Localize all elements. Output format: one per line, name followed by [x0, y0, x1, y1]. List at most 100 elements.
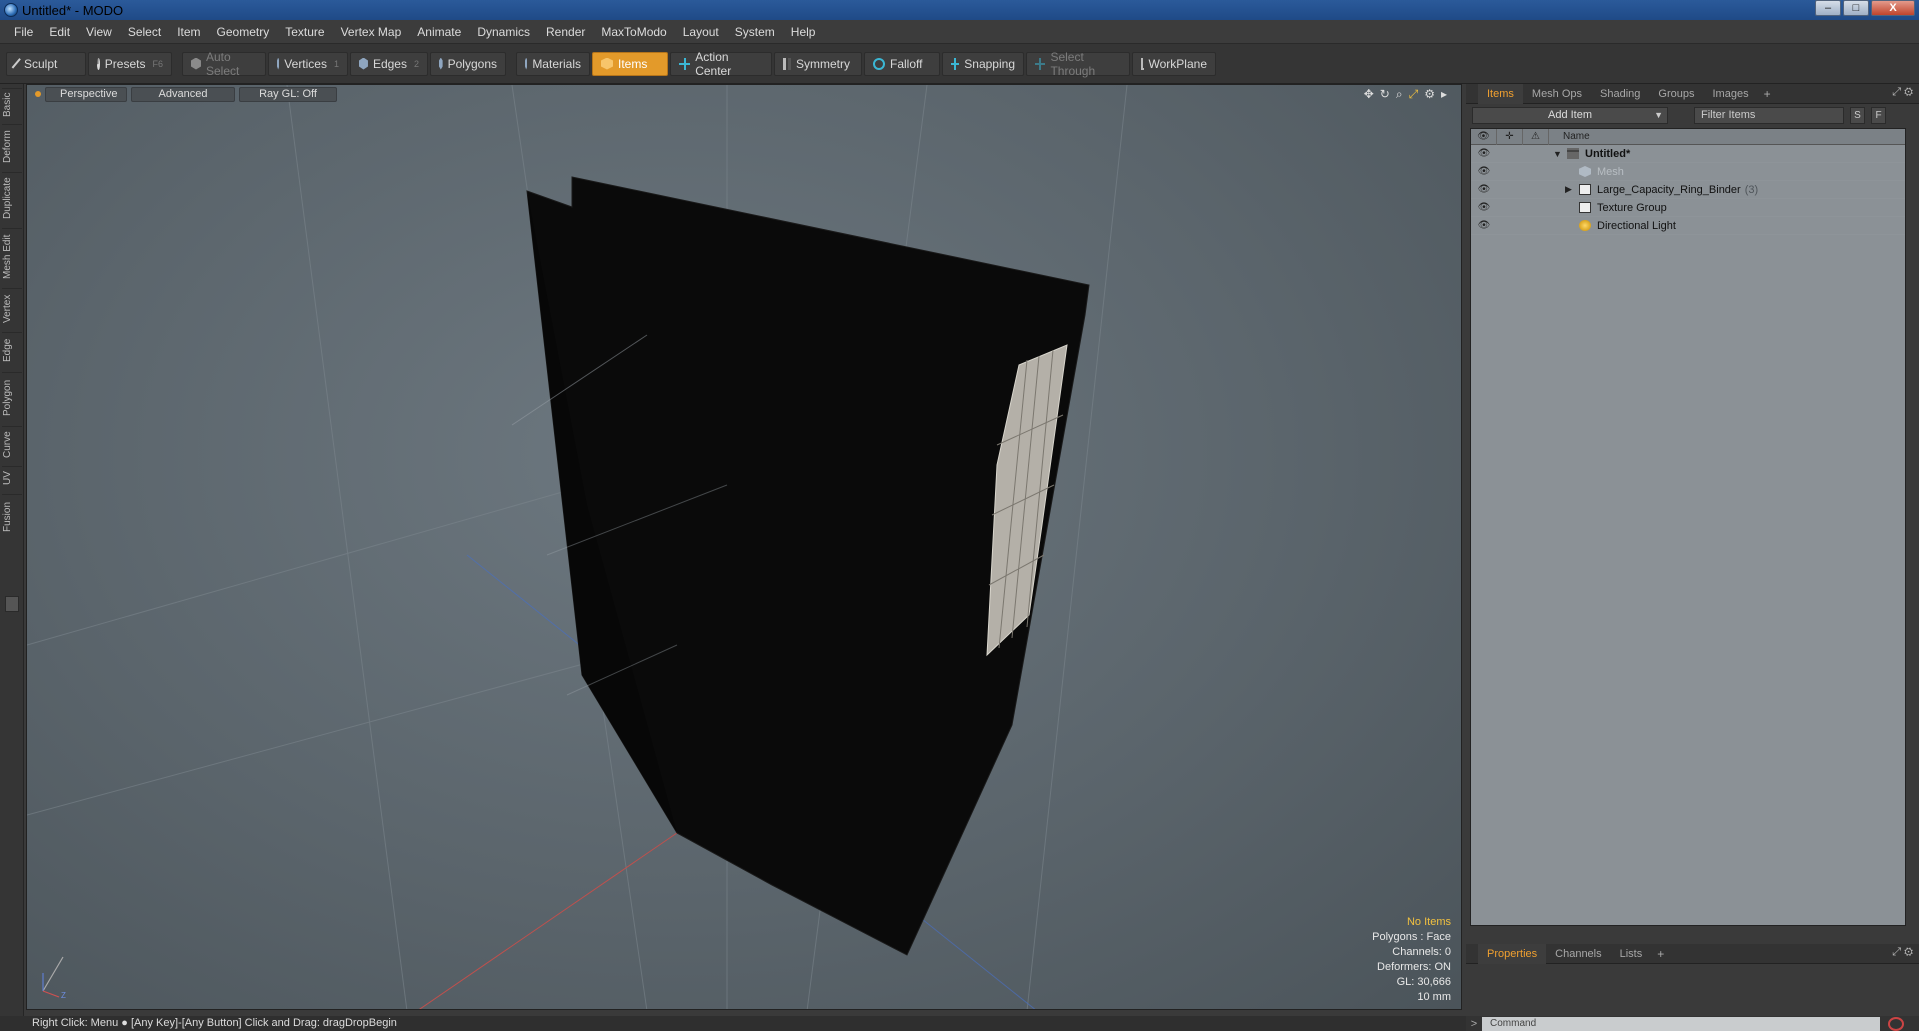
viewport-active-dot	[35, 91, 41, 97]
expand-triangle-icon[interactable]: ▼	[1553, 149, 1565, 159]
workplane-button[interactable]: WorkPlane	[1132, 51, 1216, 76]
tab-shading[interactable]: Shading	[1591, 84, 1649, 104]
tab-polygon[interactable]: Polygon	[2, 372, 22, 422]
tab-curve[interactable]: Curve	[2, 426, 22, 462]
expand-triangle-icon[interactable]: ▶	[1565, 184, 1577, 195]
panel-expand-gear-icon[interactable]: ⤢ ⚙	[1892, 86, 1913, 99]
symmetry-button[interactable]: Symmetry	[774, 51, 862, 76]
menu-file[interactable]: File	[6, 25, 41, 39]
list-item[interactable]: 👁 Mesh	[1471, 163, 1905, 181]
visibility-eye-icon[interactable]: 👁	[1471, 148, 1497, 159]
tab-images[interactable]: Images	[1704, 84, 1758, 104]
name-column-header[interactable]: Name	[1549, 131, 1590, 142]
menu-vertex-map[interactable]: Vertex Map	[333, 25, 410, 39]
sculpt-button[interactable]: Sculpt	[6, 51, 86, 76]
tab-duplicate[interactable]: Duplicate	[2, 172, 22, 224]
menu-select[interactable]: Select	[120, 25, 169, 39]
tab-properties[interactable]: Properties	[1478, 943, 1547, 964]
viewport-scene[interactable]	[27, 85, 1462, 1010]
visibility-eye-icon[interactable]: 👁	[1471, 202, 1497, 213]
menu-view[interactable]: View	[78, 25, 120, 39]
raygl-toggle[interactable]: Ray GL: Off	[239, 86, 337, 102]
add-item-dropdown[interactable]: Add Item ▼	[1472, 106, 1668, 124]
menu-render[interactable]: Render	[538, 25, 593, 39]
add-tab-plus-icon[interactable]: +	[1651, 947, 1670, 961]
menu-maxtomodo[interactable]: MaxToModo	[593, 25, 674, 39]
list-item[interactable]: 👁 Texture Group	[1471, 199, 1905, 217]
view-mode-dropdown[interactable]: Perspective	[45, 86, 127, 102]
tab-items[interactable]: Items	[1478, 83, 1523, 104]
list-item[interactable]: 👁 Directional Light	[1471, 217, 1905, 235]
viewport-menu-arrow-icon[interactable]: ▸	[1441, 87, 1447, 102]
maximize-button[interactable]: □	[1843, 0, 1869, 16]
tab-edge[interactable]: Edge	[2, 332, 22, 368]
visibility-column-eye-icon[interactable]: 👁	[1471, 128, 1497, 145]
panel-expand-gear-icon[interactable]: ⤢ ⚙	[1892, 946, 1913, 959]
sculpt-brush-icon	[11, 57, 23, 70]
edges-hotkey: 2	[413, 58, 419, 69]
polygons-button[interactable]: Polygons	[430, 51, 506, 76]
pan-icon[interactable]: ✥	[1364, 87, 1374, 102]
visibility-eye-icon[interactable]: 👁	[1471, 184, 1497, 195]
tab-lists[interactable]: Lists	[1611, 944, 1652, 964]
command-history-icon[interactable]	[1888, 1016, 1904, 1031]
visibility-eye-icon[interactable]: 👁	[1471, 166, 1497, 177]
menu-item[interactable]: Item	[169, 25, 208, 39]
command-input[interactable]: Command	[1482, 1016, 1880, 1031]
tab-channels[interactable]: Channels	[1546, 944, 1610, 964]
zoom-icon[interactable]: ⌕	[1396, 87, 1403, 102]
tab-mesh-edit[interactable]: Mesh Edit	[2, 228, 22, 284]
menu-animate[interactable]: Animate	[409, 25, 469, 39]
tab-mesh-ops[interactable]: Mesh Ops	[1523, 84, 1591, 104]
tab-deform[interactable]: Deform	[2, 124, 22, 168]
shading-mode-dropdown[interactable]: Advanced	[131, 86, 235, 102]
tab-uv[interactable]: UV	[2, 466, 22, 490]
menu-dynamics[interactable]: Dynamics	[469, 25, 538, 39]
menu-help[interactable]: Help	[783, 25, 824, 39]
menu-layout[interactable]: Layout	[675, 25, 727, 39]
fit-icon[interactable]: ⤢	[1409, 87, 1419, 102]
select-through-button[interactable]: Select Through	[1026, 50, 1130, 78]
action-center-button[interactable]: Action Center	[670, 50, 772, 78]
tab-vertex[interactable]: Vertex	[2, 288, 22, 328]
chevron-down-icon: ▼	[1654, 109, 1663, 120]
modo-app-icon	[4, 3, 18, 17]
toolbox-toggle-button[interactable]	[5, 596, 19, 612]
menu-texture[interactable]: Texture	[277, 25, 332, 39]
auto-select-button[interactable]: Auto Select	[182, 50, 266, 78]
viewport-info: No Items Polygons : Face Channels: 0 Def…	[1372, 915, 1451, 1005]
item-label: Untitled*	[1585, 147, 1631, 160]
render-column-icon[interactable]: ⚠	[1523, 128, 1549, 145]
rotate-icon[interactable]: ↻	[1380, 87, 1390, 102]
symmetry-icon	[783, 57, 791, 70]
filter-s-button[interactable]: S	[1850, 106, 1865, 124]
tab-basic[interactable]: Basic	[2, 88, 22, 120]
polygons-label: Polygons	[447, 56, 497, 71]
edges-button[interactable]: Edges 2	[350, 51, 428, 76]
visibility-eye-icon[interactable]: 👁	[1471, 220, 1497, 231]
falloff-button[interactable]: Falloff	[864, 51, 940, 76]
menu-edit[interactable]: Edit	[41, 25, 78, 39]
tab-fusion[interactable]: Fusion	[2, 494, 22, 538]
presets-hotkey: F6	[152, 58, 163, 69]
filter-items-input[interactable]: Filter Items	[1694, 106, 1844, 124]
filter-f-button[interactable]: F	[1871, 106, 1886, 124]
list-item[interactable]: 👁 ▼ Untitled*	[1471, 145, 1905, 163]
add-tab-plus-icon[interactable]: +	[1758, 87, 1777, 101]
presets-button[interactable]: Presets F6	[88, 51, 172, 76]
presets-icon	[97, 57, 100, 70]
menu-geometry[interactable]: Geometry	[209, 25, 278, 39]
lock-column-icon[interactable]: ✛	[1497, 128, 1523, 145]
close-button[interactable]: X	[1871, 0, 1915, 16]
items-mode-button[interactable]: Items	[592, 51, 668, 76]
minimize-button[interactable]: –	[1815, 0, 1841, 16]
materials-button[interactable]: Materials	[516, 51, 590, 76]
viewport-settings-gear-icon[interactable]: ⚙	[1424, 87, 1435, 102]
vertices-button[interactable]: Vertices 1	[268, 51, 348, 76]
tab-groups[interactable]: Groups	[1649, 84, 1703, 104]
snapping-button[interactable]: Snapping	[942, 51, 1024, 76]
3d-viewport[interactable]: Perspective Advanced Ray GL: Off ✥ ↻ ⌕ ⤢…	[26, 84, 1462, 1010]
list-item[interactable]: 👁 ▶ Large_Capacity_Ring_Binder (3)	[1471, 181, 1905, 199]
window-title: Untitled* - MODO	[22, 2, 124, 18]
menu-system[interactable]: System	[727, 25, 783, 39]
